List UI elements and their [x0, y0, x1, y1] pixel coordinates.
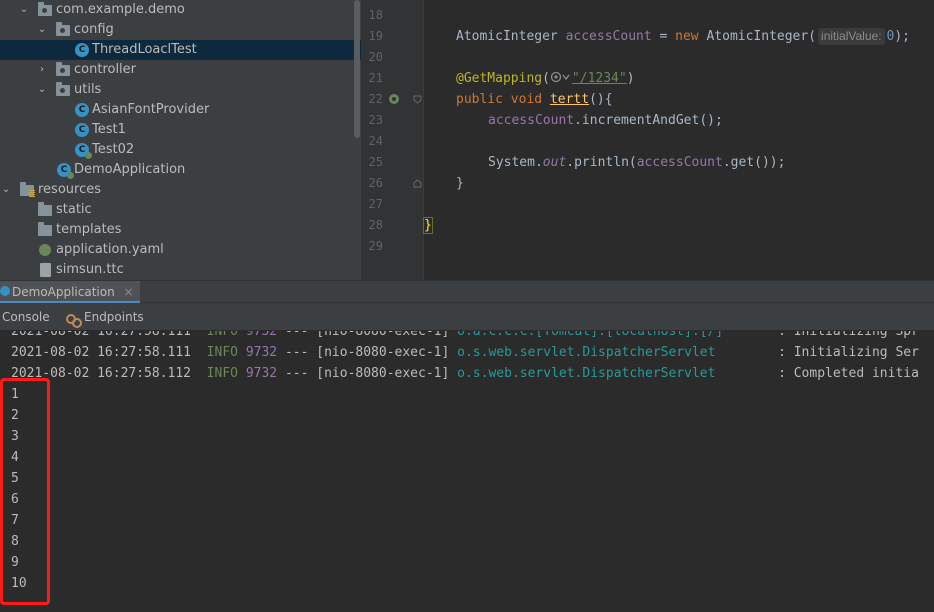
editor-gutter: 18 19 20 21 22 23 24 25 26 27 28 29 — [361, 0, 423, 280]
code-token: } — [456, 176, 464, 191]
spring-app-icon — [0, 286, 10, 296]
class-icon: C — [75, 43, 89, 57]
code-line-26[interactable]: } — [456, 173, 464, 194]
tree-item-com-example-demo[interactable]: ⌄ com.example.demo — [0, 0, 361, 20]
tree-item-resources[interactable]: ⌄ resources — [0, 180, 361, 200]
highlight-annotation-box — [0, 378, 50, 605]
line-number: 18 — [368, 8, 383, 22]
line-number: 23 — [368, 113, 383, 127]
line-number: 20 — [368, 50, 383, 64]
line-number: 22 — [368, 92, 383, 106]
endpoints-icon — [66, 312, 82, 328]
chevron-down-icon[interactable]: ⌄ — [36, 20, 48, 40]
line-number: 26 — [368, 176, 383, 190]
code-token: ) — [626, 71, 635, 86]
code-token: accessCount — [636, 155, 723, 170]
spring-class-icon: C — [75, 143, 92, 159]
chevron-right-icon[interactable]: › — [36, 60, 48, 80]
tab-endpoints[interactable]: Endpoints — [84, 303, 144, 331]
spring-class-icon: C — [57, 163, 74, 179]
package-icon — [56, 82, 70, 96]
code-line-22[interactable]: public void tertt(){ — [456, 89, 613, 110]
tree-item-demoapplication[interactable]: C DemoApplication — [0, 160, 361, 180]
line-number: 29 — [368, 239, 383, 253]
font-file-icon — [40, 263, 51, 277]
code-token: = — [651, 29, 676, 44]
code-token: } — [423, 217, 433, 234]
code-token: System. — [488, 155, 543, 170]
code-token: .get()); — [722, 155, 786, 170]
log-line: 2021-08-02 16:27:58.111 INFO 9732 --- [n… — [11, 331, 919, 339]
tree-item-threadloacltest[interactable]: C ThreadLoaclTest — [0, 40, 361, 60]
tree-item-test1[interactable]: C Test1 — [0, 120, 361, 140]
run-tab-demoapplication[interactable]: DemoApplication × — [0, 281, 140, 303]
folder-icon — [38, 202, 52, 216]
class-icon: C — [75, 103, 89, 117]
yaml-file-icon — [39, 244, 51, 256]
code-line-28[interactable]: } — [423, 215, 433, 236]
log-line: 2021-08-02 16:27:58.112 INFO 9732 --- [n… — [11, 366, 919, 381]
fold-icon[interactable] — [413, 179, 422, 188]
run-tool-window-tabs: DemoApplication × — [0, 280, 934, 303]
fold-icon[interactable] — [413, 95, 422, 104]
code-line-19[interactable]: AtomicInteger accessCount = new AtomicIn… — [456, 26, 910, 47]
folder-icon — [38, 222, 52, 236]
line-number: 28 — [368, 218, 383, 232]
code-token: ); — [894, 29, 911, 44]
tree-item-templates[interactable]: templates — [0, 220, 361, 240]
code-token: accessCount — [565, 29, 652, 44]
run-subtabs: Console Endpoints — [0, 303, 934, 331]
code-token: "/1234" — [571, 71, 627, 86]
spring-endpoint-icon[interactable] — [388, 93, 400, 105]
code-token: @GetMapping — [456, 71, 543, 86]
package-icon — [38, 2, 52, 16]
tree-item-application-yaml[interactable]: application.yaml — [0, 240, 361, 260]
tree-item-config[interactable]: ⌄ config — [0, 20, 361, 40]
tab-console[interactable]: Console — [2, 303, 50, 331]
tree-item-test02[interactable]: C Test02 — [0, 140, 361, 160]
tree-scrollbar[interactable] — [354, 0, 360, 138]
tree-item-controller[interactable]: › controller — [0, 60, 361, 80]
code-token: .incrementAndGet(); — [574, 113, 723, 128]
code-token: AtomicInteger( — [698, 29, 817, 44]
project-tree[interactable]: ⌄ com.example.demo ⌄ config C ThreadLoac… — [0, 0, 361, 280]
code-line-25[interactable]: System.out.println(accessCount.get()); — [488, 152, 785, 173]
code-editor[interactable]: 18 19 20 21 22 23 24 25 26 27 28 29 Atom… — [361, 0, 934, 280]
package-icon — [56, 22, 70, 36]
close-icon[interactable]: × — [124, 285, 134, 299]
chevron-down-icon[interactable]: ⌄ — [18, 0, 30, 20]
code-token: AtomicInteger — [456, 29, 558, 44]
resources-folder-icon — [20, 182, 35, 197]
run-tab-label: DemoApplication — [12, 285, 115, 299]
class-icon: C — [75, 123, 89, 137]
indent-guide — [423, 0, 424, 280]
parameter-hint: initialValue: — [818, 28, 885, 45]
tree-item-simsun-ttc[interactable]: simsun.ttc — [0, 260, 361, 280]
tree-item-asianfontprovider[interactable]: C AsianFontProvider — [0, 100, 361, 120]
code-token: accessCount — [488, 113, 575, 128]
console-output[interactable]: 2021-08-02 16:27:58.111 INFO 9732 --- [n… — [0, 331, 934, 612]
line-number: 24 — [368, 134, 383, 148]
tree-item-static[interactable]: static — [0, 200, 361, 220]
line-number: 25 — [368, 155, 383, 169]
code-token: (){ — [589, 92, 613, 107]
line-number: 27 — [368, 197, 383, 211]
code-line-21[interactable]: @GetMapping( "/1234") — [456, 68, 635, 89]
chevron-down-icon[interactable]: ⌄ — [36, 80, 48, 100]
code-token: out — [542, 155, 567, 170]
log-line: 2021-08-02 16:27:58.111 INFO 9732 --- [n… — [11, 345, 919, 360]
package-icon — [56, 62, 70, 76]
chevron-down-icon[interactable]: ⌄ — [0, 180, 12, 200]
code-line-23[interactable]: accessCount.incrementAndGet(); — [488, 110, 723, 131]
code-token: new — [675, 29, 699, 44]
line-number: 19 — [368, 29, 383, 43]
endpoint-navigate-icon[interactable] — [550, 71, 572, 83]
code-token: tertt — [549, 92, 590, 107]
code-token: ( — [542, 71, 550, 86]
code-token: void — [502, 92, 550, 107]
code-token: public — [456, 92, 503, 107]
code-token: .println( — [566, 155, 637, 170]
tree-item-utils[interactable]: ⌄ utils — [0, 80, 361, 100]
line-number: 21 — [368, 71, 383, 85]
